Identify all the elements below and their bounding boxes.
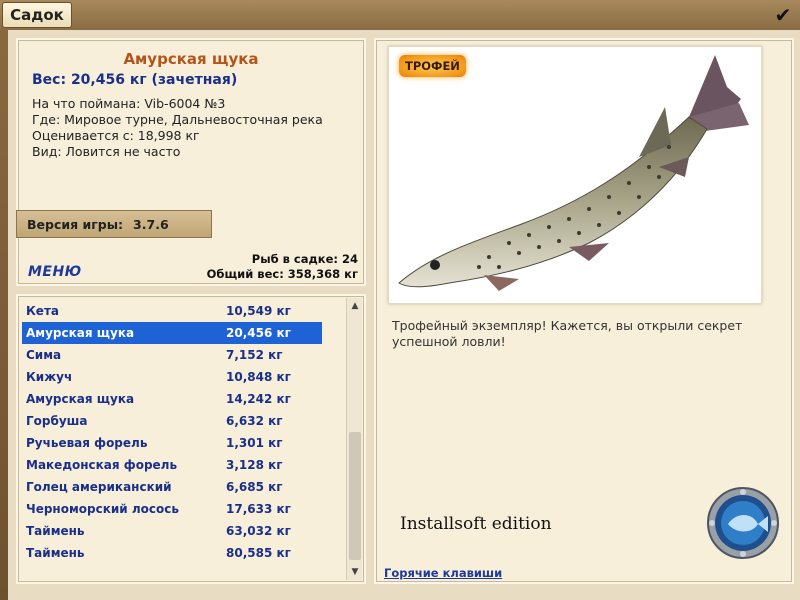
- catch-list-row[interactable]: Кета 10,549 кг: [22, 300, 322, 322]
- catch-location: Где: Мировое турне, Дальневосточная река: [32, 112, 323, 127]
- catch-fish-name: Горбуша: [26, 414, 88, 428]
- catch-list-row[interactable]: Черноморский лосось 17,633 кг: [22, 498, 322, 520]
- catch-list-row[interactable]: Сима 7,152 кг: [22, 344, 322, 366]
- content-area: Амурская щука Вес: 20,456 кг (зачетная) …: [8, 30, 800, 600]
- valued-from: Оценивается с: 18,998 кг: [32, 128, 200, 143]
- scroll-thumb[interactable]: [349, 432, 361, 560]
- version-label: Версия игры:: [27, 216, 124, 232]
- keepnet-totals: Рыб в садке: 24 Общий вес: 358,368 кг: [207, 252, 358, 282]
- list-scrollbar[interactable]: ▲ ▼: [346, 298, 362, 580]
- catch-fish-name: Таймень: [26, 546, 85, 560]
- catch-fish-weight: 1,301 кг: [226, 436, 283, 450]
- total-weight: Общий вес: 358,368 кг: [206, 267, 358, 281]
- catch-fish-weight: 10,549 кг: [226, 304, 291, 318]
- catch-fish-weight: 7,152 кг: [226, 348, 283, 362]
- pike-fish-image: [398, 55, 749, 291]
- catch-fish-weight: 10,848 кг: [226, 370, 291, 384]
- version-plate: Версия игры: 3.7.6: [16, 210, 212, 238]
- trophy-panel: ТРОФЕЙ Трофейный экземпляр! Кажется, вы …: [374, 38, 794, 584]
- scroll-down-arrow-icon[interactable]: ▼: [347, 564, 363, 580]
- fish-image-card: ТРОФЕЙ: [388, 46, 762, 304]
- catch-fish-weight: 6,632 кг: [226, 414, 283, 428]
- catch-fish-weight: 14,242 кг: [226, 392, 291, 406]
- catch-fish-weight: 3,128 кг: [226, 458, 283, 472]
- catch-fish-name: Амурская щука: [26, 392, 135, 406]
- hotkeys-link[interactable]: Горячие клавиши: [384, 566, 502, 580]
- fish-name: Амурская щука: [123, 50, 259, 68]
- catch-list-row[interactable]: Кижуч 10,848 кг: [22, 366, 322, 388]
- catch-list: Кета 10,549 кг Амурская щука 20,456 кг Сима 7…: [16, 294, 366, 584]
- catch-fish-name: Таймень: [26, 524, 85, 538]
- catch-list-row[interactable]: Македонская форель 3,128 кг: [22, 454, 322, 476]
- catch-list-row[interactable]: Горбуша 6,632 кг: [22, 410, 322, 432]
- pike-pectoral-fin: [484, 275, 519, 291]
- catch-fish-name: Ручьевая форель: [26, 436, 148, 450]
- catch-list-row[interactable]: Ручьевая форель 1,301 кг: [22, 432, 322, 454]
- catch-fish-name: Македонская форель: [26, 458, 178, 472]
- catch-fish-name: Голец американский: [26, 480, 172, 494]
- catch-list-row[interactable]: Голец американский 6,685 кг: [22, 476, 322, 498]
- catch-list-row[interactable]: Таймень 80,585 кг: [22, 542, 322, 564]
- trophy-description: Трофейный экземпляр! Кажется, вы открыли…: [392, 318, 743, 349]
- scroll-up-arrow-icon[interactable]: ▲: [347, 298, 363, 314]
- fish-count: Рыб в садке: 24: [251, 252, 358, 266]
- catch-fish-name: Черноморский лосось: [26, 502, 179, 516]
- catch-fish-weight: 20,456 кг: [226, 326, 291, 340]
- catch-fish-name: Сима: [26, 348, 62, 362]
- catch-fish-weight: 17,633 кг: [226, 502, 291, 516]
- catch-fish-weight: 80,585 кг: [226, 546, 291, 560]
- pike-eye: [430, 260, 440, 270]
- catch-fish-weight: 6,685 кг: [226, 480, 283, 494]
- caught-on: На что поймана: Vib-6004 №3: [32, 96, 226, 111]
- catch-fish-name: Кижуч: [26, 370, 73, 384]
- catch-frequency: Вид: Ловится не часто: [32, 144, 181, 159]
- porthole-fish-icon[interactable]: [706, 486, 780, 560]
- catch-fish-name: Амурская щука: [26, 326, 135, 340]
- checkmark-icon[interactable]: ✔: [772, 5, 794, 25]
- menu-button[interactable]: МЕНЮ: [28, 264, 82, 280]
- window-title: Садок: [2, 2, 72, 28]
- catch-list-row[interactable]: Амурская щука 20,456 кг: [22, 322, 322, 344]
- fish-info-panel: Амурская щука Вес: 20,456 кг (зачетная) …: [16, 38, 366, 286]
- catch-list-row[interactable]: Амурская щука 14,242 кг: [22, 388, 322, 410]
- catch-fish-weight: 63,032 кг: [226, 524, 291, 538]
- catch-list-row[interactable]: Таймень 63,032 кг: [22, 520, 322, 542]
- version-value: 3.7.6: [133, 216, 169, 232]
- trophy-badge: ТРОФЕЙ: [399, 55, 466, 77]
- title-bar: Садок ✔: [0, 0, 800, 30]
- keepnet-window: Садок ✔ Амурская щука Вес: 20,456 кг (за…: [0, 0, 800, 600]
- fish-weight: Вес: 20,456 кг (зачетная): [32, 72, 238, 88]
- watermark-text: Installsoft edition: [400, 514, 552, 534]
- catch-fish-name: Кета: [26, 304, 59, 318]
